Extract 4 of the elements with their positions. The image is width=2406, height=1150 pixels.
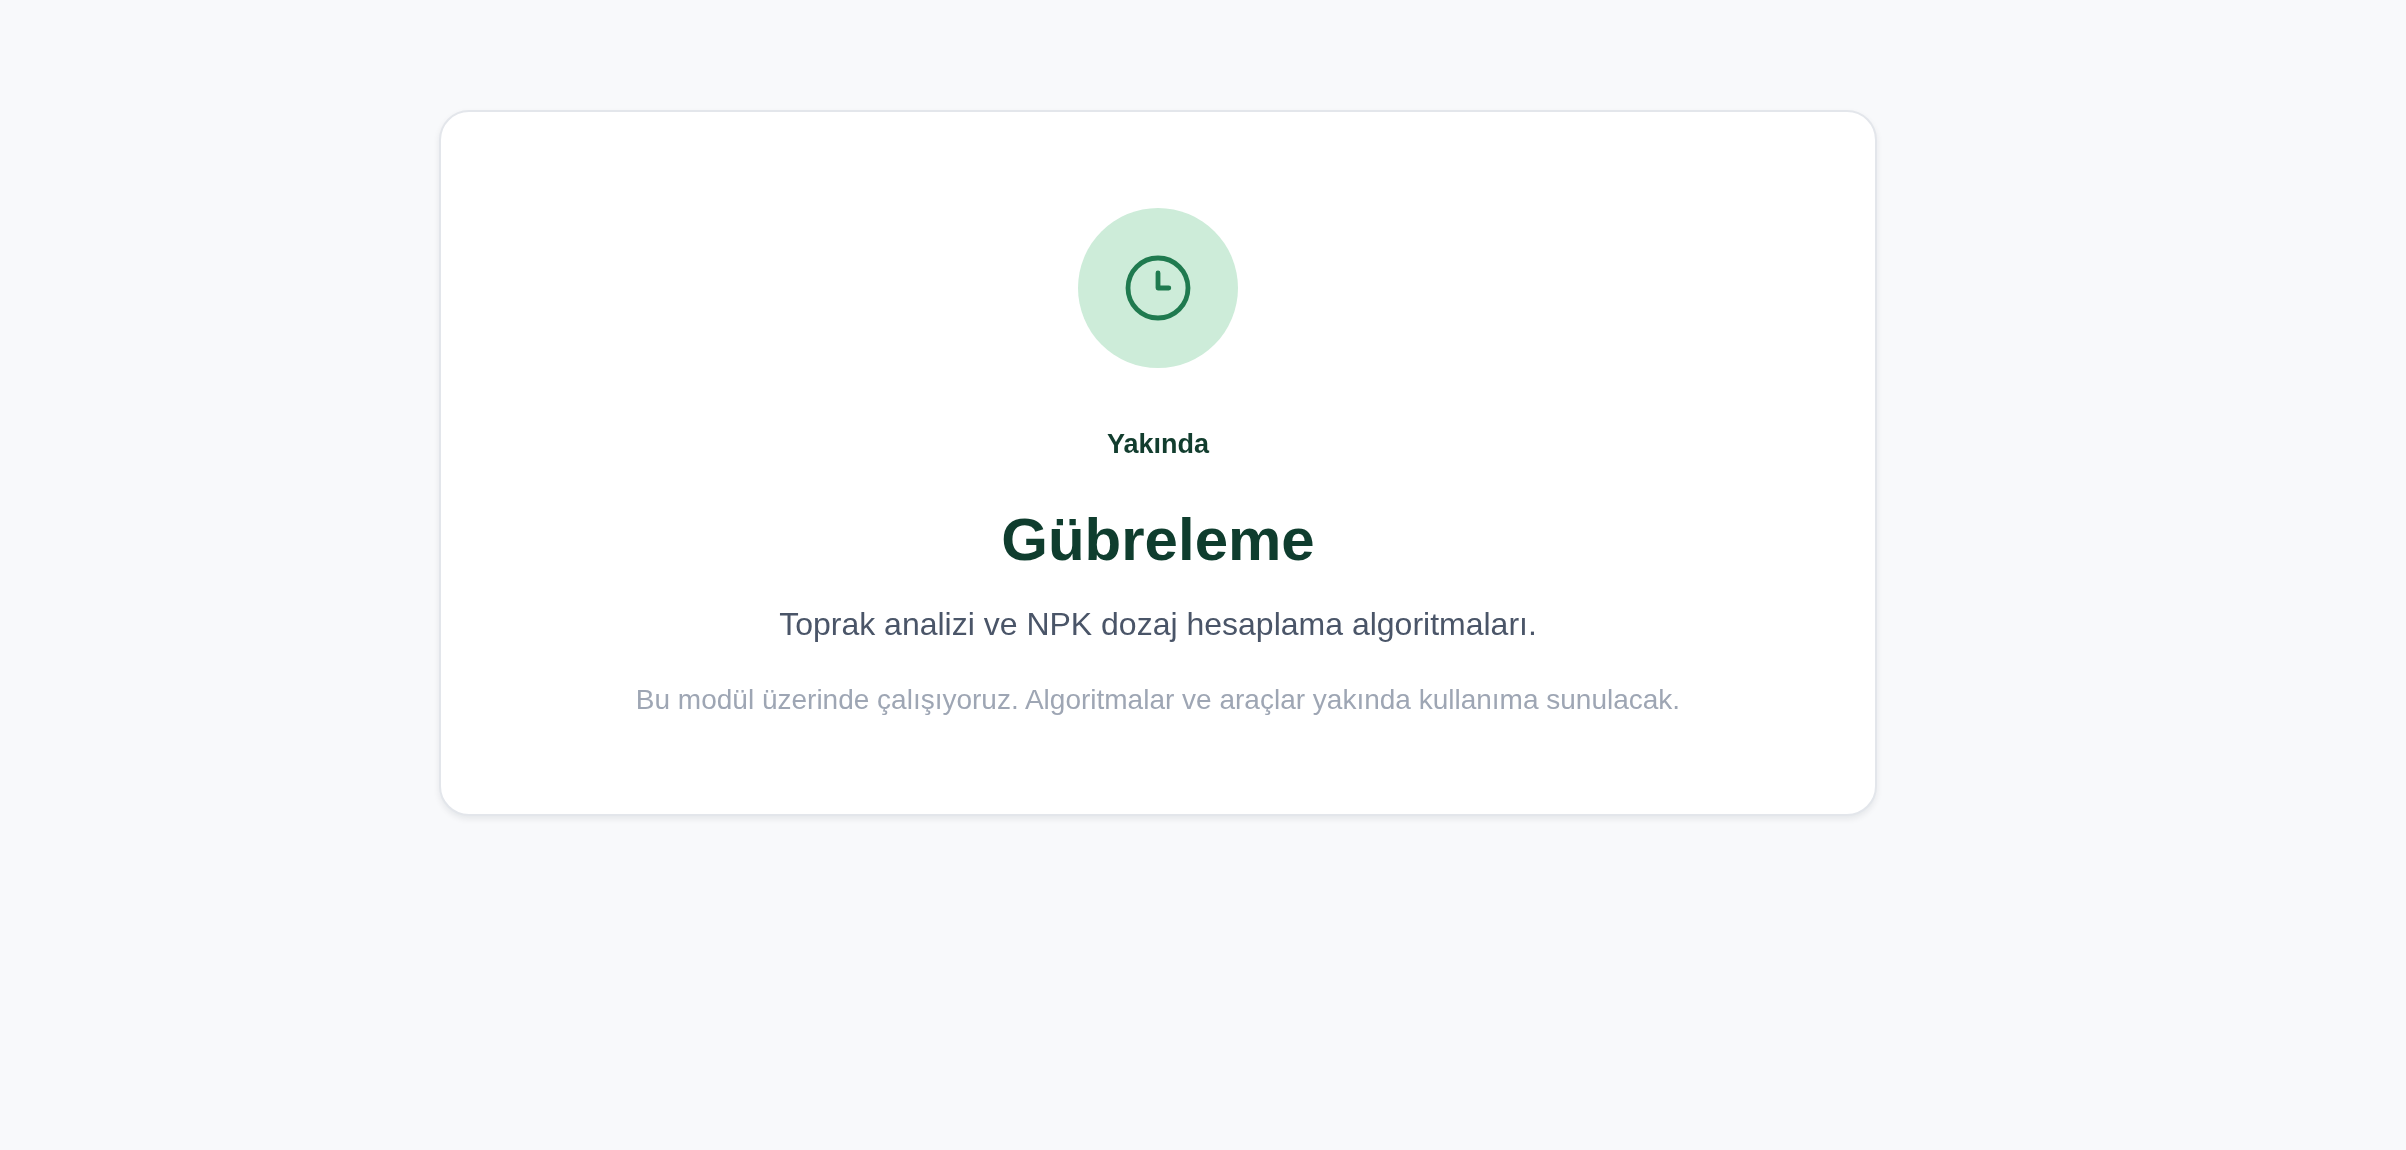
status-label: Yakında <box>1106 428 1210 460</box>
subtitle-text: Toprak analizi ve NPK dozaj hesaplama algoritmaları. <box>779 605 1537 644</box>
page-title: Gübreleme <box>1001 505 1315 575</box>
description-text: Bu modül üzerinde çalışıyoruz. Algoritmalar ve araçlar yakında kullanıma sunulacak. <box>635 683 1681 717</box>
